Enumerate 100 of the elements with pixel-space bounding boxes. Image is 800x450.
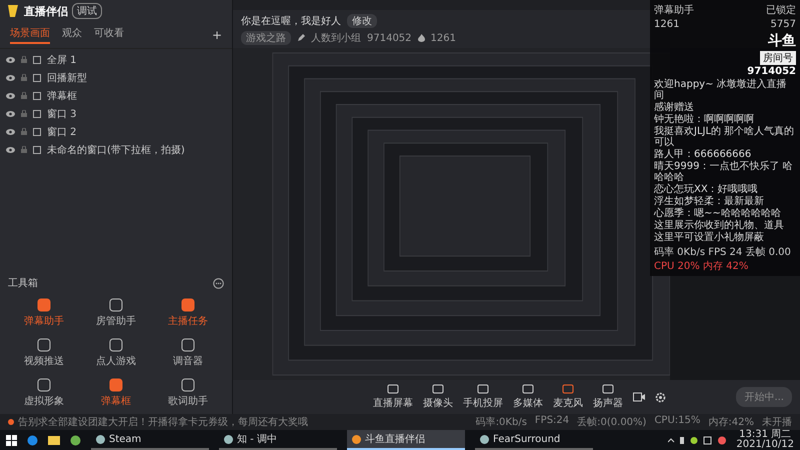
globe-icon[interactable] [70,434,81,446]
tool-button[interactable]: 视频推送 [8,336,80,370]
square-icon [109,298,123,312]
window-icon [33,128,41,136]
device-icon [522,384,534,395]
status-item: 码率:0Kb/s [476,416,527,429]
eye-icon[interactable] [6,92,15,98]
lock-icon[interactable] [21,56,27,63]
pencil-icon[interactable] [297,34,305,42]
source-button[interactable]: 麦克风 [553,384,583,410]
tool-button[interactable]: 点人游戏 [80,336,152,370]
notice-text[interactable]: 告别求全部建设团建大开启！开播得拿卡元券级，每周还有大奖哦 [18,415,308,429]
window-icon [33,56,41,64]
chat-message: 恋心怎玩XX：好哦哦哦 [654,184,759,195]
eye-icon[interactable] [6,110,15,116]
chat-message: 感谢赠送 [654,102,695,113]
tool-button[interactable]: 虚拟形象 [8,376,80,410]
scene-name[interactable]: 全屏 1 [47,52,77,66]
tool-button[interactable]: 弹幕框 [80,376,152,410]
tool-button[interactable]: 主播任务 [152,296,224,330]
lock-icon[interactable] [21,110,27,117]
source-button[interactable]: 手机投屏 [463,384,503,410]
taskbar-app[interactable]: 斗鱼直播伴侣 [347,430,465,450]
chat-message: 钟无艳啦：啊啊啊啊啊 [654,114,755,125]
folder-icon[interactable] [48,435,60,445]
clock-time[interactable]: 13:31 周二 [739,430,792,440]
tool-button[interactable]: 弹幕助手 [8,296,80,330]
tool-button[interactable]: 歌词助手 [152,376,224,410]
tool-button[interactable]: 调音器 [152,336,224,370]
debug-badge[interactable]: 调试 [72,3,102,19]
scene-tab[interactable]: 观众 [62,26,82,44]
lock-status[interactable]: 已锁定 [766,3,796,17]
square-icon [181,298,195,312]
square-icon [181,378,195,392]
windows-icon[interactable] [6,434,17,446]
device-icon [477,384,489,395]
scene-name[interactable]: 弹幕框 [47,88,77,102]
chat-message: 浮生如梦轻柔：最新最新 [654,196,765,207]
dot-icon [8,419,14,425]
eye-icon[interactable] [6,56,15,62]
taskbar-app[interactable]: FearSurround [475,430,593,450]
window-icon [33,146,41,154]
source-button[interactable]: 摄像头 [423,384,453,410]
taskbar-app[interactable]: 知 - 调中 [219,430,337,450]
app-icon [224,434,233,444]
source-button[interactable]: 直播屏幕 [373,384,413,410]
eye-icon[interactable] [6,146,15,152]
lock-icon[interactable] [21,128,27,135]
status-item: 未开播 [762,416,792,429]
chat-message: 欢迎happy~ 冰墩墩进入直播间 [654,79,788,101]
app-icon [480,434,489,444]
toolbox-title: 工具箱 [8,277,38,290]
square-icon [109,338,123,352]
lock-icon[interactable] [21,146,27,153]
window-icon [33,74,41,82]
lock-icon[interactable] [21,74,27,81]
room-number: 9714052 [367,32,412,44]
stream-stats: 码率 0Kb/s FPS 24 丢帧 0.00 [654,246,792,259]
chat-message: 这里平可设置小礼物屏蔽 [654,232,765,243]
device-icon [387,384,399,395]
room-label: 房间号 [760,51,796,65]
more-icon[interactable] [213,278,224,288]
system-stats: CPU 20% 内存 42% [654,260,750,273]
window-icon [33,110,41,118]
tool-button[interactable]: 房管助手 [80,296,152,330]
chat-message: 路人甲：666666666 [654,149,752,160]
scene-tab[interactable]: 场景画面 [10,26,50,44]
lock-icon[interactable] [21,92,27,99]
clock-date[interactable]: 2021/10/12 [736,440,794,450]
app-logo: 直播伴侣 [24,4,68,18]
scene-name[interactable]: 窗口 3 [47,106,77,120]
camera-icon[interactable] [633,392,645,402]
tray-icons[interactable] [668,436,728,444]
scene-name[interactable]: 回播新型 [47,70,87,84]
logo-icon [6,4,20,18]
heat-count: 1261 [430,32,456,44]
square-icon [37,378,51,392]
eye-icon[interactable] [6,128,15,134]
settings-icon[interactable] [655,392,666,402]
square-icon [109,378,123,392]
square-icon [37,338,51,352]
room-title: 你是在逗喔，我是好人 [241,14,341,28]
category-tag[interactable]: 游戏之路 [241,31,291,45]
add-scene-button[interactable]: + [212,28,222,42]
device-icon [602,384,614,395]
chat-message: 晴天9999：一点也不快乐了 哈哈哈哈 [654,161,794,183]
scene-name[interactable]: 窗口 2 [47,124,77,138]
eye-icon[interactable] [6,74,15,80]
window-icon [33,92,41,100]
group-label: 人数到小组 [311,32,361,45]
taskbar-app[interactable]: Steam [91,430,209,450]
scene-tab[interactable]: 可收看 [94,26,124,44]
browser-icon[interactable] [27,434,38,446]
square-icon [37,298,51,312]
chat-title: 弹幕助手 [654,4,694,17]
source-button[interactable]: 扬声器 [593,384,623,410]
scene-name[interactable]: 未命名的窗口(带下拉框，拍摄) [47,142,185,156]
source-button[interactable]: 多媒体 [513,384,543,410]
status-item: 丢帧:0(0.00%) [577,416,646,429]
edit-button[interactable]: 修改 [347,14,377,28]
